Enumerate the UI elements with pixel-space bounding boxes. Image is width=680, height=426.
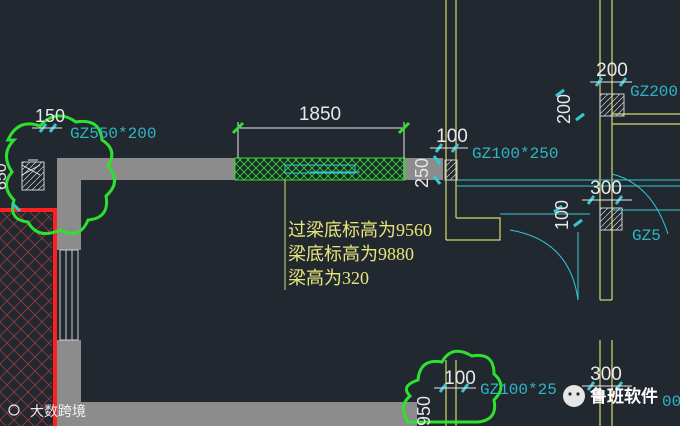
- hatched-region: [0, 210, 52, 426]
- wechat-icon: [563, 385, 585, 407]
- beam: [234, 157, 406, 181]
- dim-300-bot-label: 300: [590, 364, 622, 385]
- watermark-left-text: 大数跨境: [30, 404, 86, 420]
- dim-300-mid-label: 300: [590, 178, 622, 199]
- dim-1850-label: 1850: [299, 104, 341, 125]
- tag-gz100x250: GZ100*250: [472, 145, 558, 163]
- window-left: [59, 249, 79, 341]
- dim-200-top-label: 200: [596, 60, 628, 81]
- dim-950-label: 950: [414, 396, 434, 426]
- dim-250-label: 250: [412, 158, 432, 188]
- tag-gz550: GZ550*200: [70, 125, 156, 143]
- wall-top: [57, 158, 235, 180]
- dim-650-label: 650: [0, 163, 10, 190]
- watermark-right: 鲁班软件: [563, 385, 658, 407]
- dim-200-left-label: 200: [554, 94, 574, 124]
- walls: [57, 158, 443, 426]
- column-gz5: 300 100 GZ5: [552, 178, 661, 245]
- dim-100-top-label: 100: [436, 126, 468, 147]
- note-lintel-bottom: 过梁底标高为9560: [288, 220, 432, 240]
- beam-notes: 过梁底标高为9560 梁底标高为9880 梁高为320: [288, 220, 432, 288]
- cad-drawing: 1850 过梁底标高为9560 梁底标高为9880 梁高为320 150 GZ5…: [0, 0, 680, 426]
- tag-gz200: GZ200*: [630, 83, 680, 101]
- drawing-canvas: 1850 过梁底标高为9560 梁底标高为9880 梁高为320 150 GZ5…: [0, 0, 680, 426]
- wall-bottom: [57, 402, 417, 426]
- tag-right-bottom: 00: [662, 393, 680, 411]
- note-beam-height: 梁高为320: [288, 268, 369, 288]
- watermark-right-text: 鲁班软件: [590, 386, 658, 407]
- wall-left-upper: [57, 158, 81, 250]
- column-gz100-bottom: 100 950 GZ100*25: [402, 349, 557, 426]
- dim-100-mid-label: 100: [552, 200, 572, 230]
- dimension-1850: 1850: [231, 104, 411, 158]
- dim-150-label: 150: [35, 106, 65, 126]
- dim-100-bot-label: 100: [444, 368, 476, 389]
- note-beam-bottom: 梁底标高为9880: [288, 244, 414, 264]
- tag-gz5: GZ5: [632, 227, 661, 245]
- tag-gz100-bottom: GZ100*25: [480, 381, 557, 399]
